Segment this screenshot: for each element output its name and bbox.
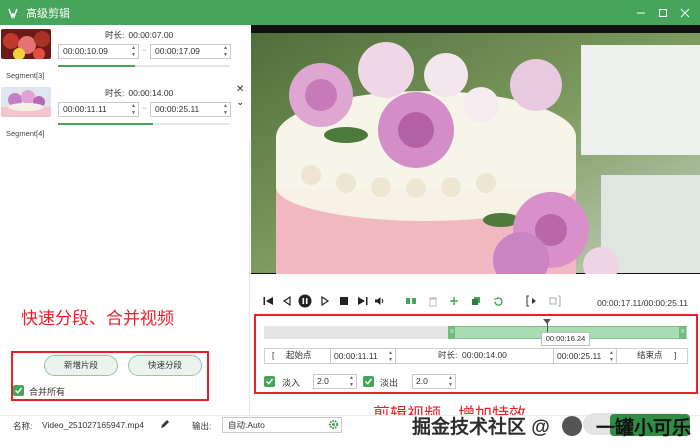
stepper-icon[interactable]: ▲ ▼ xyxy=(223,103,228,116)
close-icon[interactable]: ✕ xyxy=(236,84,244,95)
segment-name: Segment[4] xyxy=(6,129,45,138)
duration-label: 时长: xyxy=(105,30,125,40)
name-label: 名称: xyxy=(13,421,33,431)
player-controls: 00:00:17.11/00:00:25.11 xyxy=(251,290,700,310)
chevron-down-icon[interactable]: ⌄ xyxy=(236,97,244,108)
segment-item[interactable]: ✕ ⌄ 时长: 00:00:14.00 00:00:11.11 ▲ ▼ ~ 00:0… xyxy=(0,83,250,140)
copy-icon[interactable] xyxy=(469,294,483,308)
fade-in-label: 淡入 xyxy=(282,378,301,388)
watermark-logo-icon xyxy=(562,416,582,436)
output-label: 输出: xyxy=(192,421,212,431)
selection-end-handle[interactable]: ≡ xyxy=(679,326,686,339)
skip-to-end-icon[interactable] xyxy=(355,294,369,308)
step-back-icon[interactable] xyxy=(280,294,294,308)
video-preview[interactable] xyxy=(251,25,700,274)
segment-item[interactable]: 时长: 00:00:07.00 00:00:10.09 ▲ ▼ ~ 00:00:17… xyxy=(0,25,250,82)
add-icon[interactable] xyxy=(447,294,461,308)
merge-all-checkbox[interactable] xyxy=(13,385,24,396)
watermark-author: 一罐小可乐 xyxy=(596,418,692,439)
add-segment-button[interactable]: 新增片段 xyxy=(44,355,118,376)
pause-button[interactable] xyxy=(298,294,312,308)
time-tooltip: 00:00:16.24 xyxy=(541,332,590,346)
set-end-point-button[interactable]: 结束点 xyxy=(637,348,663,364)
fade-in-checkbox[interactable] xyxy=(264,376,275,387)
range-separator: ~ xyxy=(142,46,147,55)
stop-icon[interactable] xyxy=(337,294,351,308)
annotation-left: 快速分段、合并视频 xyxy=(21,309,174,328)
window-title: 高级剪辑 xyxy=(26,7,70,20)
fade-in-field[interactable]: 2.0 ▲ ▼ xyxy=(313,374,357,389)
end-point-bracket-icon: ] xyxy=(674,350,677,360)
stepper-icon[interactable]: ▲ ▼ xyxy=(448,375,453,388)
output-field[interactable]: 自动:Auto xyxy=(222,417,342,433)
duration-label: 时长: xyxy=(105,88,125,98)
selection-start-handle[interactable]: ≡ xyxy=(448,326,456,339)
stepper-icon[interactable]: ▲ ▼ xyxy=(131,103,136,116)
stepper-icon[interactable]: ▲ ▼ xyxy=(131,45,136,58)
segment-name: Segment[3] xyxy=(6,71,45,80)
end-point-field[interactable]: 00:00:25.11 ▲ ▼ xyxy=(553,348,617,364)
reset-icon[interactable] xyxy=(491,294,505,308)
maximize-icon[interactable] xyxy=(652,0,674,25)
fade-out-label: 淡出 xyxy=(380,378,399,388)
step-forward-icon[interactable] xyxy=(318,294,332,308)
delete-icon[interactable] xyxy=(426,294,440,308)
stepper-icon[interactable]: ▲ ▼ xyxy=(609,350,614,363)
volume-icon[interactable] xyxy=(373,294,387,308)
app-logo-icon xyxy=(6,6,20,20)
fade-out-field[interactable]: 2.0 ▲ ▼ xyxy=(412,374,456,389)
skip-to-start-icon[interactable] xyxy=(261,294,275,308)
gear-icon[interactable] xyxy=(328,419,339,432)
watermark-text: 掘金技术社区 @ xyxy=(412,417,550,438)
start-point-bracket-icon: [ xyxy=(272,350,275,360)
stepper-icon[interactable]: ▲ ▼ xyxy=(223,45,228,58)
start-time-field[interactable]: 00:00:10.09 ▲ ▼ xyxy=(58,44,139,59)
segment-thumbnail xyxy=(1,87,51,117)
set-start-point-button[interactable]: 起始点 xyxy=(286,348,312,364)
start-time-field[interactable]: 00:00:11.11 ▲ ▼ xyxy=(58,102,139,117)
playhead-marker-icon[interactable] xyxy=(543,319,552,324)
range-separator: ~ xyxy=(142,104,147,113)
fade-out-checkbox[interactable] xyxy=(363,376,374,387)
preview-frame-image xyxy=(251,25,700,274)
stepper-icon[interactable]: ▲ ▼ xyxy=(349,375,354,388)
mark-out-icon[interactable] xyxy=(547,294,561,308)
split-clip-icon[interactable] xyxy=(404,294,418,308)
mark-in-icon[interactable] xyxy=(526,294,540,308)
edit-name-icon[interactable] xyxy=(160,419,170,431)
quick-split-button[interactable]: 快速分段 xyxy=(128,355,202,376)
close-icon[interactable] xyxy=(674,0,696,25)
title-bar: 高级剪辑 xyxy=(0,0,700,25)
segment-progress-bar xyxy=(58,123,153,125)
end-time-field[interactable]: 00:00:17.09 ▲ ▼ xyxy=(150,44,231,59)
file-name: Video_251027165947.mp4 xyxy=(42,420,144,430)
trim-duration-value: 00:00:14.00 xyxy=(462,350,507,360)
end-time-field[interactable]: 00:00:25.11 ▲ ▼ xyxy=(150,102,231,117)
duration-value: 00:00:07.00 xyxy=(128,30,174,40)
trim-duration-label: 时长: xyxy=(438,350,458,360)
segment-thumbnail xyxy=(1,29,51,59)
duration-value: 00:00:14.00 xyxy=(128,88,174,98)
time-readout: 00:00:17.11/00:00:25.11 xyxy=(597,298,688,308)
start-point-field[interactable]: 00:00:11.11 ▲ ▼ xyxy=(330,348,396,364)
merge-all-label: 合并所有 xyxy=(29,387,66,397)
minimize-icon[interactable] xyxy=(630,0,652,25)
segment-progress-bar xyxy=(58,65,136,67)
stepper-icon[interactable]: ▲ ▼ xyxy=(388,350,393,363)
